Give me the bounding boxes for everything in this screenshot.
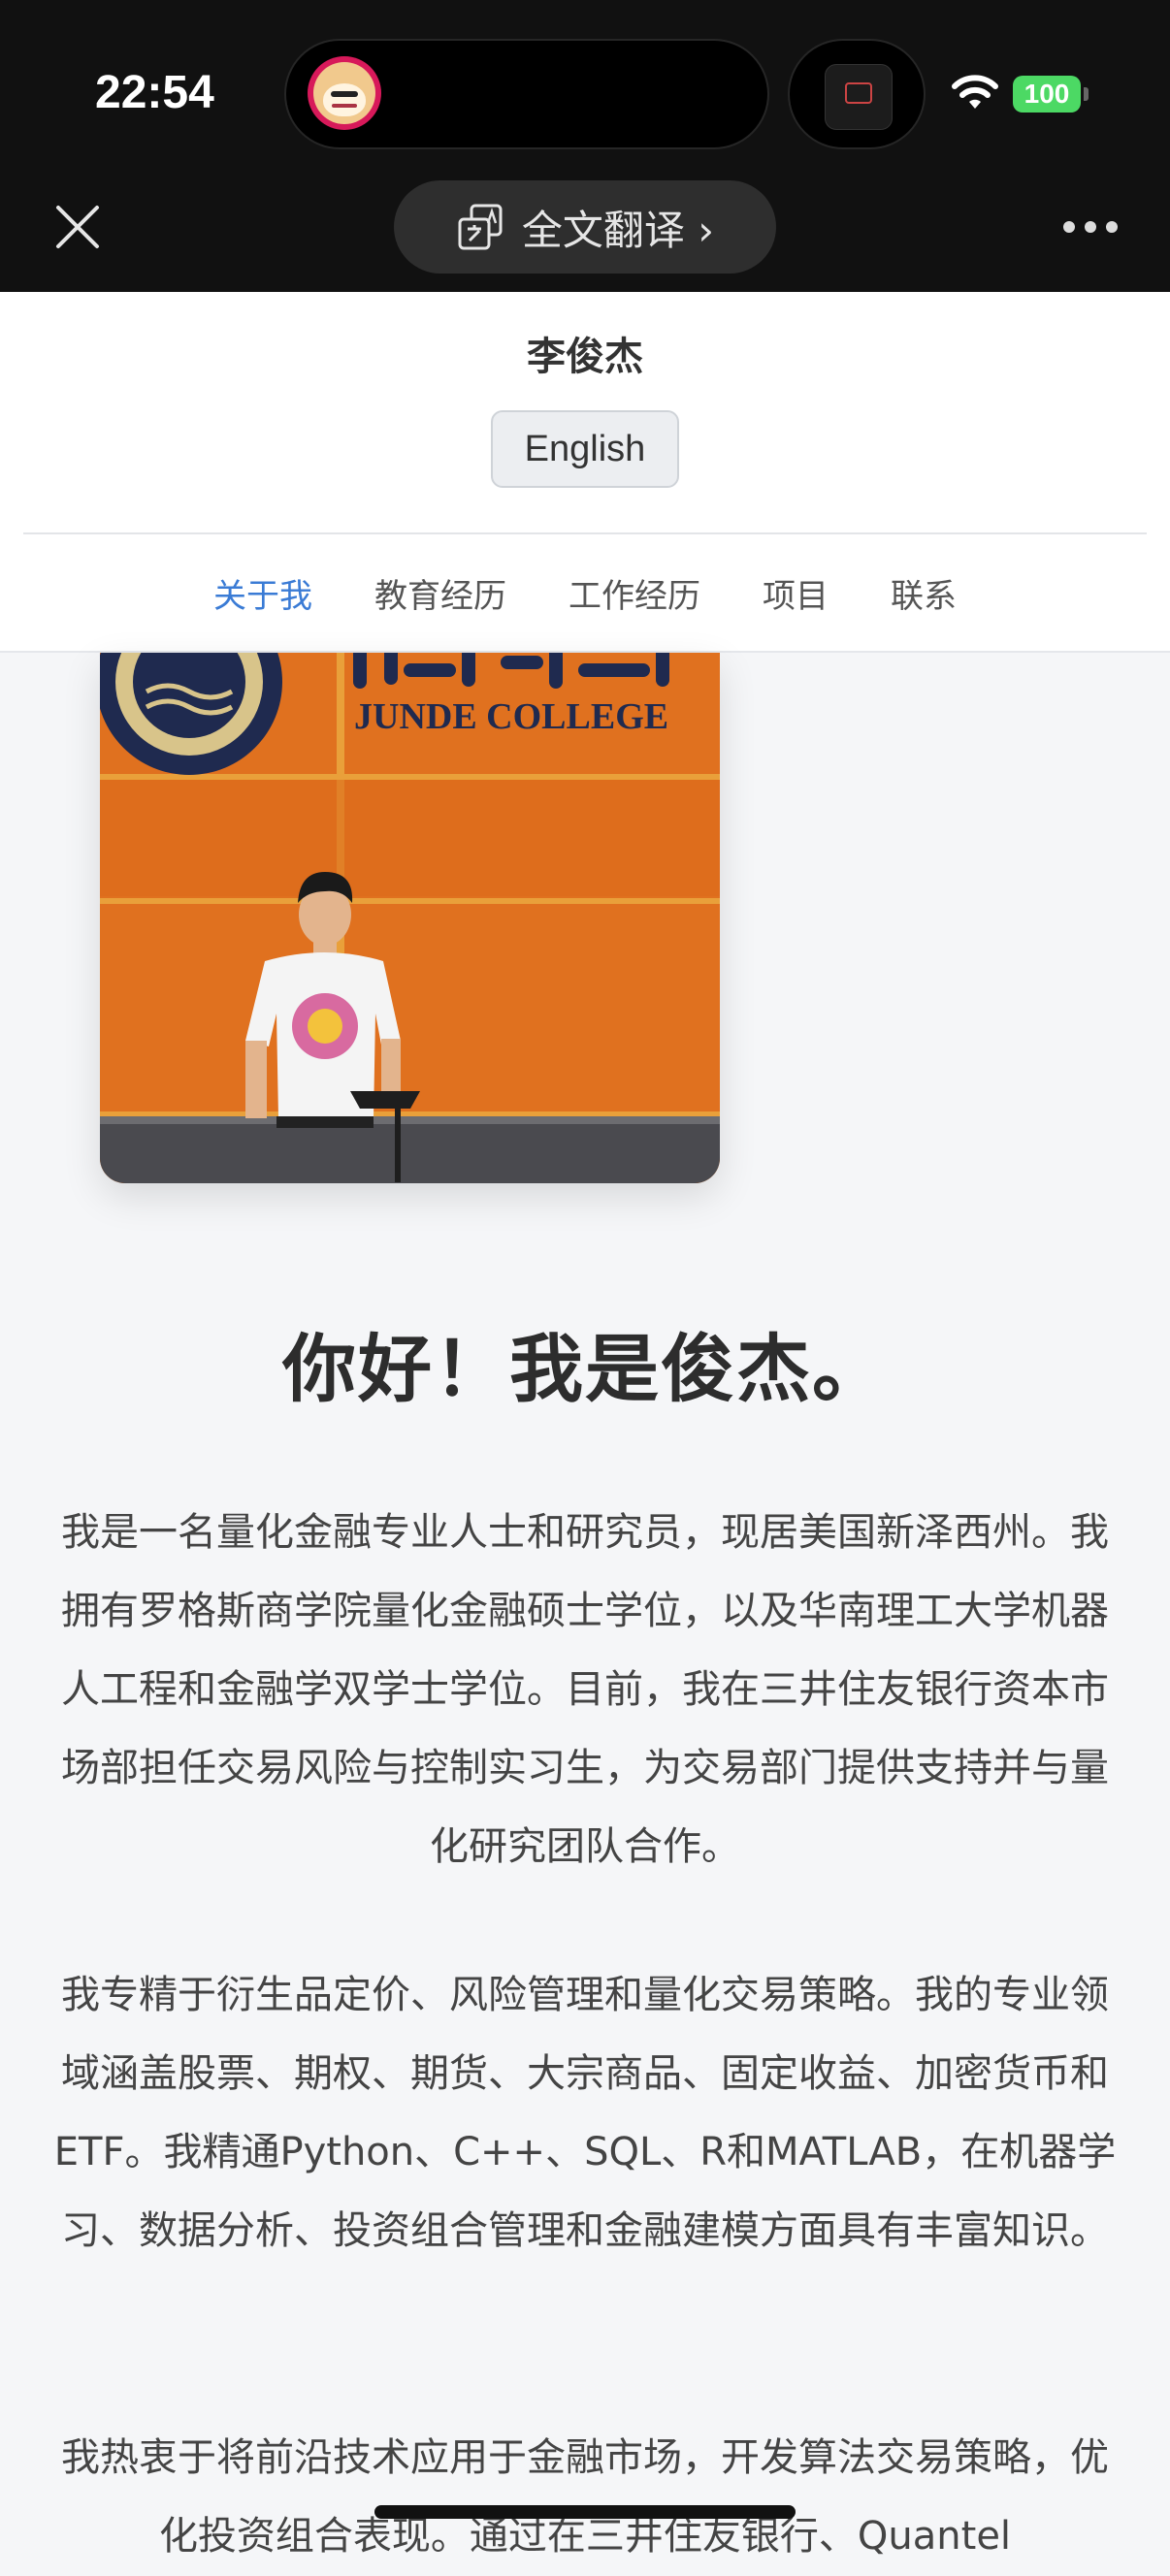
- status-time: 22:54: [95, 67, 214, 118]
- dynamic-island[interactable]: [284, 39, 769, 149]
- about-paragraph-3: 我热衷于将前沿技术应用于金融市场，开发算法交易策略，优化投资组合表现。通过在三井…: [61, 2435, 1109, 2559]
- main-nav: 关于我 教育经历 工作经历 项目 联系: [0, 569, 1170, 617]
- about-paragraph-2: 我专精于衍生品定价、风险管理和量化交易策略。我的专业领域涵盖股票、期权、期货、大…: [53, 1973, 1117, 2253]
- header-divider: [23, 532, 1147, 534]
- app-avatar-icon: [308, 56, 381, 130]
- site-name: 李俊杰: [527, 335, 643, 379]
- language-toggle-button[interactable]: English: [491, 410, 679, 488]
- site-header: 李俊杰 English 关于我 教育经历 工作经历 项目 联系: [0, 292, 1170, 653]
- home-indicator[interactable]: [374, 2505, 796, 2519]
- live-activity-thumbnail-icon: [825, 64, 893, 130]
- nav-item-work[interactable]: 工作经历: [569, 569, 700, 617]
- translate-icon: [458, 204, 503, 250]
- nav-item-contact[interactable]: 联系: [891, 569, 957, 617]
- translate-label: 全文翻译 ›: [521, 206, 715, 254]
- more-options-icon[interactable]: [1063, 213, 1118, 241]
- nav-item-about[interactable]: 关于我: [213, 569, 312, 617]
- profile-photo: JUNDE COLLEGE: [100, 653, 720, 1183]
- nav-item-education[interactable]: 教育经历: [374, 569, 506, 617]
- live-activity-island[interactable]: [788, 39, 926, 149]
- close-icon[interactable]: [50, 200, 105, 254]
- wifi-icon: [952, 75, 998, 109]
- about-paragraph-1: 我是一名量化金融专业人士和研究员，现居美国新泽西州。我拥有罗格斯商学院量化金融硕…: [61, 1510, 1109, 1869]
- browser-top-bar: 22:54 100 全文翻译 ›: [0, 0, 1170, 292]
- about-greeting: 你好！我是俊杰。: [282, 1326, 888, 1412]
- full-text-translate-button[interactable]: 全文翻译 ›: [394, 180, 776, 274]
- nav-item-projects[interactable]: 项目: [763, 569, 829, 617]
- photo-sign-text: JUNDE COLLEGE: [354, 696, 668, 737]
- battery-indicator: 100: [1013, 76, 1089, 113]
